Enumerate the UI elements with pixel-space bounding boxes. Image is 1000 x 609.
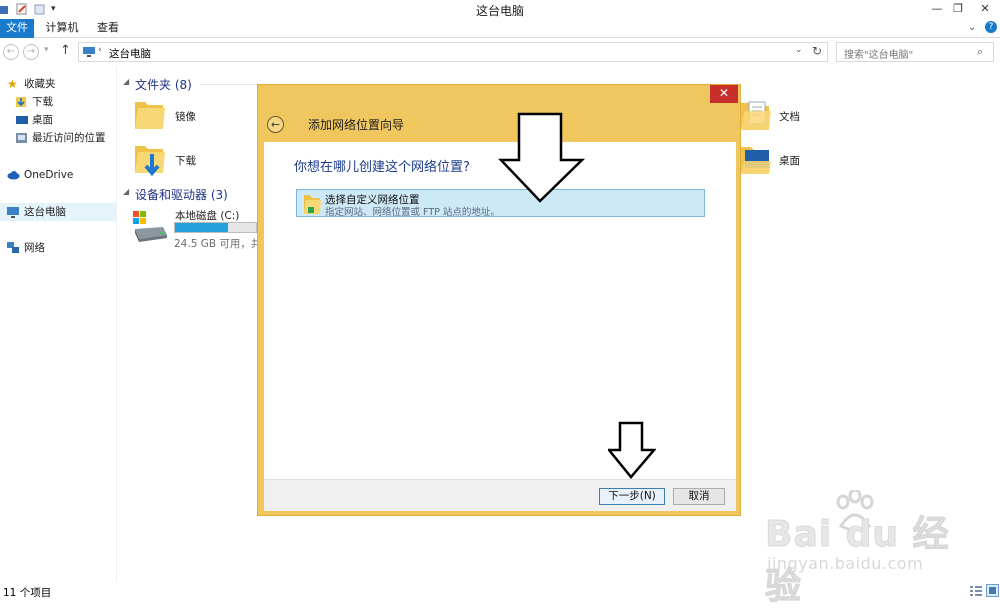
nav-downloads[interactable]: 下载	[0, 93, 116, 111]
desktop-icon	[16, 114, 28, 126]
title-bar: ▾ 这台电脑 — ❐ ✕	[0, 0, 1000, 19]
drive-icon	[133, 209, 169, 243]
devices-header[interactable]: 设备和驱动器 (3)	[135, 186, 228, 203]
details-view-icon[interactable]	[970, 585, 982, 597]
address-path[interactable]: 这台电脑	[109, 46, 151, 61]
folder-label: 桌面	[779, 155, 800, 167]
nav-recent[interactable]: 最近访问的位置	[0, 129, 116, 147]
drive-usage-fill	[175, 223, 228, 232]
close-window-button[interactable]: ✕	[970, 0, 1000, 19]
ribbon-tabs: 文件 计算机 查看 ⌄ ?	[0, 19, 1000, 38]
folder-icon	[133, 96, 167, 132]
window-title: 这台电脑	[475, 4, 524, 18]
address-dropdown-icon[interactable]: ⌄	[795, 45, 803, 55]
folder-label: 下载	[175, 155, 196, 167]
nav-this-pc[interactable]: 这台电脑	[0, 203, 116, 221]
option-description: 指定网站、网络位置或 FTP 站点的地址。	[325, 207, 500, 218]
forward-button[interactable]: →	[23, 44, 39, 60]
computer-icon	[7, 206, 19, 218]
computer-icon	[83, 47, 95, 57]
navigation-pane: ★ 收藏夹 下载 桌面 最近访问的位置 OneDrive 这台电脑 网络	[0, 66, 117, 582]
network-folder-icon	[302, 192, 322, 216]
dialog-close-button[interactable]: ✕	[710, 85, 738, 103]
search-box[interactable]: 搜索"这台电脑" ⌕	[836, 42, 994, 62]
cancel-button[interactable]: 取消	[673, 488, 725, 505]
nav-network[interactable]: 网络	[0, 239, 116, 257]
search-input[interactable]: 搜索"这台电脑"	[844, 46, 913, 61]
dialog-question: 你想在哪儿创建这个网络位置?	[294, 160, 470, 175]
network-icon	[7, 242, 19, 254]
help-icon[interactable]: ?	[985, 21, 997, 33]
down-arrow-annotation	[498, 112, 586, 203]
dialog-footer: 下一步(N) 取消	[264, 479, 736, 511]
maximize-button[interactable]: ❐	[943, 0, 973, 19]
drive-usage-bar	[174, 222, 257, 233]
expand-ribbon-icon[interactable]: ⌄	[968, 22, 976, 33]
tab-file[interactable]: 文件	[0, 19, 34, 38]
drive-label: 本地磁盘 (C:)	[175, 210, 240, 222]
tab-view[interactable]: 查看	[90, 19, 126, 38]
tab-computer[interactable]: 计算机	[42, 19, 82, 38]
watermark-url: jingyan.baidu.com	[767, 554, 924, 573]
refresh-icon[interactable]: ↻	[812, 44, 822, 58]
search-icon[interactable]: ⌕	[977, 45, 983, 59]
download-folder-icon	[16, 96, 28, 108]
folder-label: 文档	[779, 111, 800, 123]
down-arrow-annotation	[608, 421, 656, 479]
dialog-back-button[interactable]: ←	[267, 116, 284, 133]
download-folder-icon	[133, 140, 167, 178]
documents-folder-icon	[741, 97, 773, 133]
recent-locations-icon[interactable]: ▾	[44, 45, 49, 55]
large-icons-view-icon[interactable]	[986, 584, 999, 597]
collapse-icon[interactable]: ◢	[123, 187, 129, 196]
next-button[interactable]: 下一步(N)	[599, 488, 665, 505]
item-count: 11 个项目	[3, 587, 52, 599]
back-button[interactable]: ←	[3, 44, 19, 60]
nav-favorites[interactable]: ★ 收藏夹	[0, 75, 116, 93]
address-row: ← → ▾ ↑ › 这台电脑 ⌄ ↻ 搜索"这台电脑" ⌕	[0, 38, 1000, 66]
divider	[200, 84, 257, 85]
folder-label: 镜像	[175, 111, 196, 123]
nav-onedrive[interactable]: OneDrive	[0, 166, 116, 184]
folders-header[interactable]: 文件夹 (8)	[135, 76, 192, 93]
address-bar[interactable]: › 这台电脑 ⌄ ↻	[78, 42, 828, 62]
watermark: Bai du 经验 jingyan.baidu.com	[765, 490, 965, 608]
cloud-icon	[7, 169, 20, 181]
desktop-folder-icon	[741, 141, 773, 177]
path-separator-icon[interactable]: ›	[98, 45, 102, 55]
recent-places-icon	[16, 132, 28, 144]
nav-desktop[interactable]: 桌面	[0, 111, 116, 129]
up-button[interactable]: ↑	[60, 43, 71, 58]
collapse-icon[interactable]: ◢	[123, 77, 129, 86]
dialog-title: 添加网络位置向导	[308, 118, 405, 132]
star-icon: ★	[7, 77, 18, 91]
